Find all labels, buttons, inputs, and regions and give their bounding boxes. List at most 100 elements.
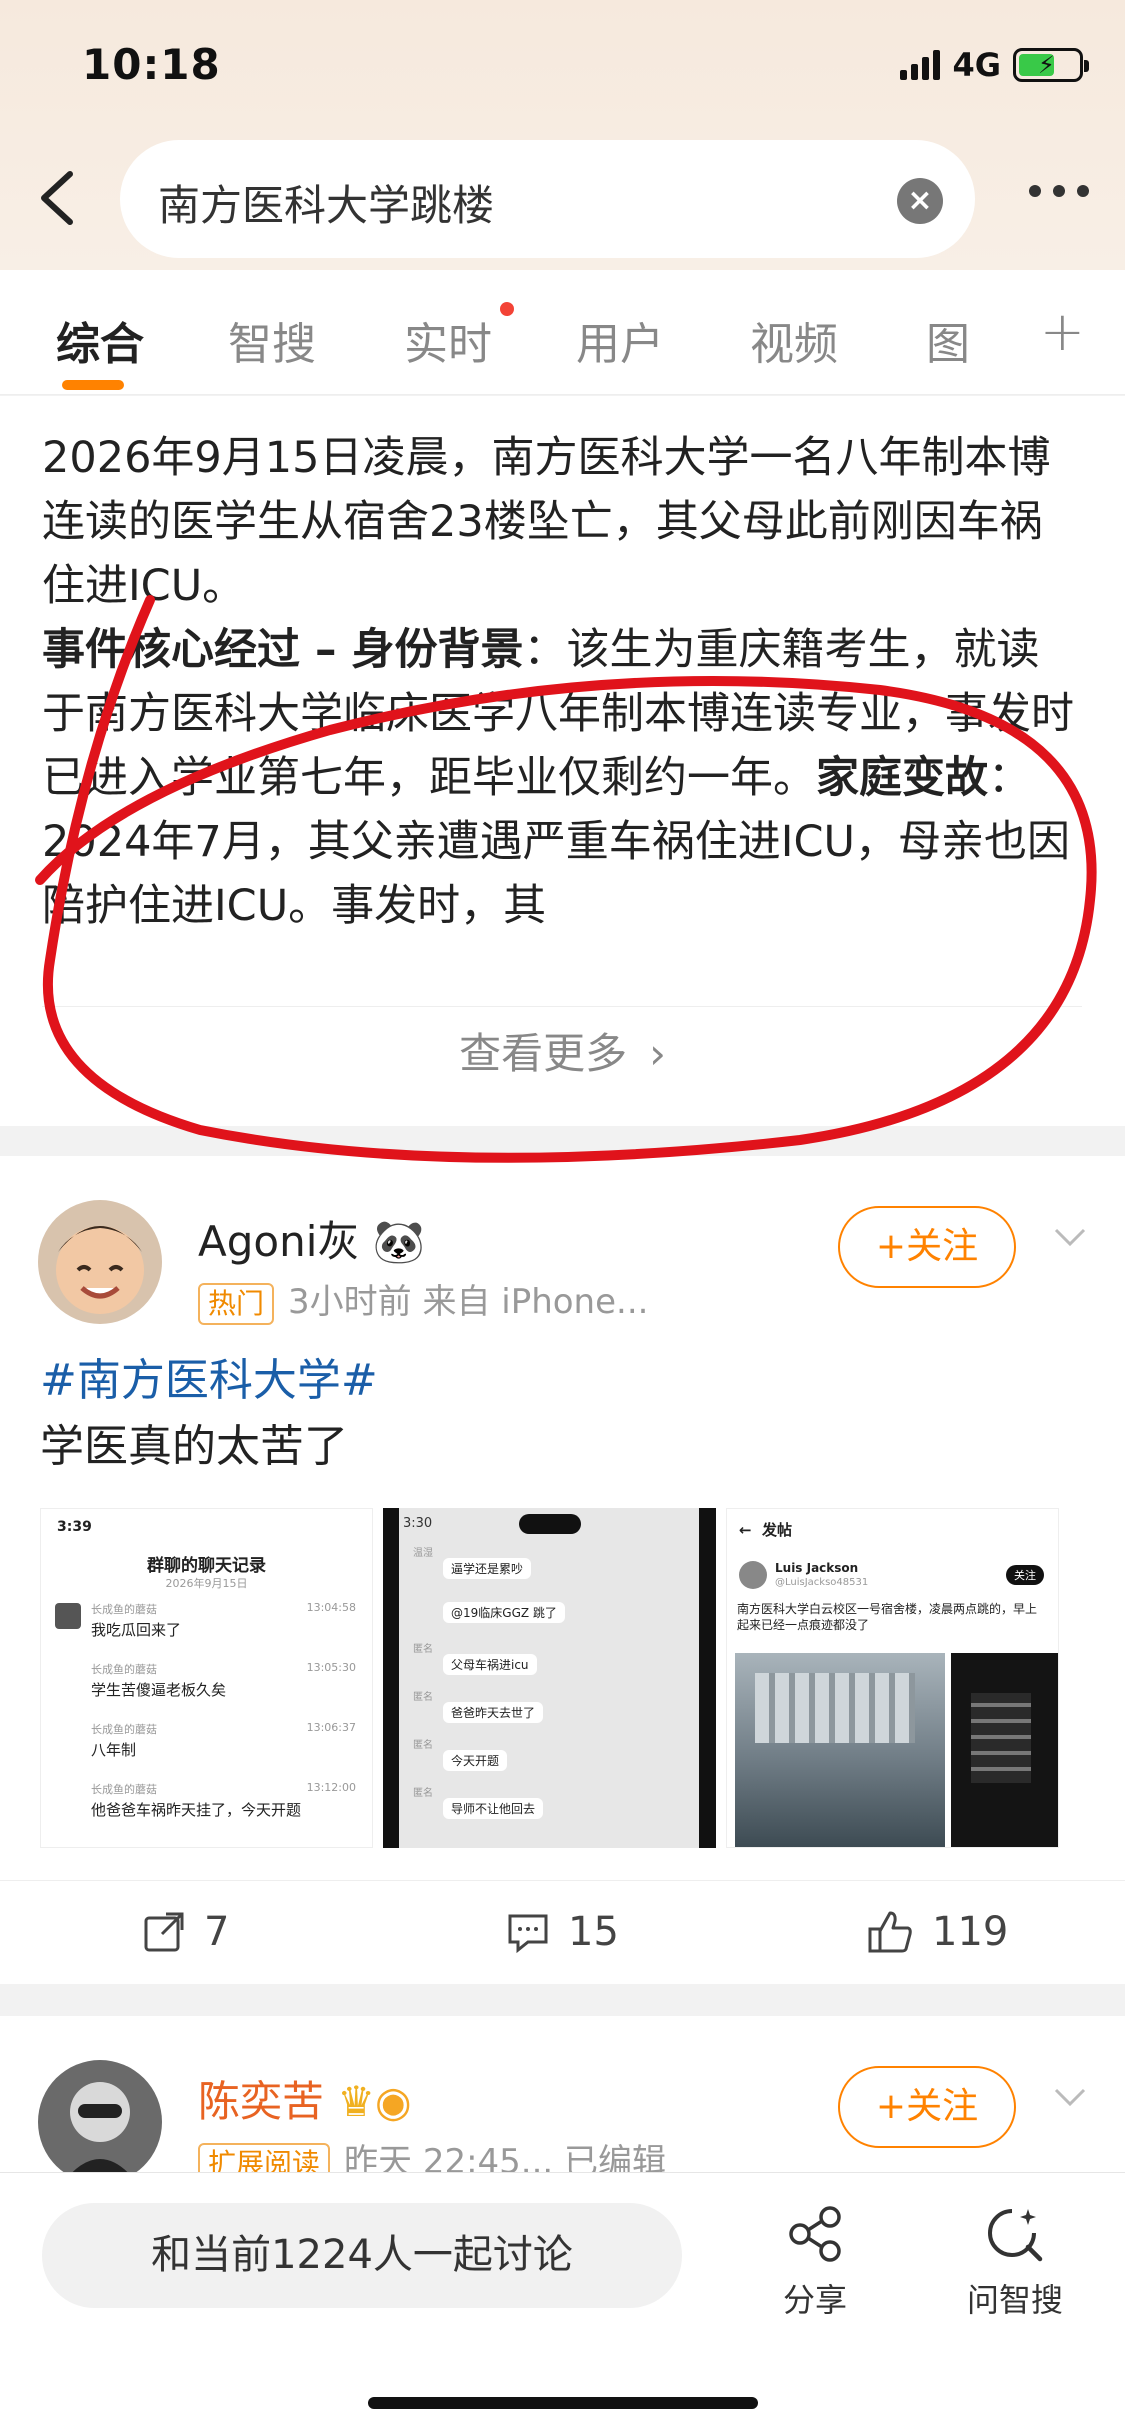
list-item: 长成鱼的蘑菇 13:12:00 他爸爸车祸昨天挂了，今天开题 [55, 1781, 360, 1841]
share-label: 分享 [782, 2281, 847, 2319]
like-count: 119 [932, 1909, 1009, 1955]
thumb2-msg: 逼学还是累吵 [443, 1558, 532, 1579]
thumb3-header-text: 发帖 [762, 1521, 793, 1539]
chevron-down-icon[interactable] [1050, 2076, 1090, 2116]
status-time: 10:18 [82, 40, 221, 89]
thumb2-name: 匿名 [413, 1788, 433, 1799]
thumb3-user: Luis Jackson [775, 1561, 859, 1575]
thumb3-photo-2 [951, 1653, 1058, 1847]
discuss-input[interactable]: 和当前1224人一起讨论 [42, 2203, 682, 2308]
add-tab-icon[interactable]: + [1040, 300, 1085, 363]
back-button[interactable] [32, 168, 82, 228]
thumb3-follow: 关注 [1006, 1565, 1044, 1585]
clear-icon[interactable]: × [897, 178, 943, 224]
summary-core-heading: 事件核心经过 – 身份背景 [42, 625, 524, 675]
thumb3-header: ← 发帖 [739, 1521, 793, 1539]
thumb2-name: 匿名 [413, 1740, 433, 1751]
like-action[interactable]: 119 [866, 1909, 1008, 1955]
see-more-link[interactable]: 查看更多 › [0, 1020, 1125, 1081]
thumb2-screen: 3:30 温湿 逼学还是累吵 @19临床GGZ 跳了 匿名 父母车祸进icu 匿… [399, 1508, 699, 1848]
post-meta: 热门 3小时前 来自 iPhone... [198, 1274, 648, 1325]
post-card: Agoni灰 🐼 热门 3小时前 来自 iPhone... +关注 #南方医科大学… [0, 1156, 1125, 1984]
share-action[interactable]: 7 [142, 1909, 229, 1955]
list-item: 温湿 逼学还是累吵 [413, 1544, 693, 1592]
thumb2-msg: 爸爸昨天去世了 [443, 1702, 544, 1723]
share-nodes-icon [789, 2206, 841, 2262]
summary-text: 2026年9月15日凌晨，南方医科大学一名八年制本博连读的医学生从宿舍23楼坠亡… [42, 426, 1082, 1002]
ask-smart-search-button[interactable]: 问智搜 [960, 2203, 1070, 2321]
avatar[interactable] [38, 1200, 162, 1324]
thumb2-msg: 导师不让他回去 [443, 1798, 544, 1819]
signal-icon [900, 50, 941, 80]
post-card: 陈奕苦 ♛◉ 扩展阅读 昨天 22:45... 已编辑 +关注 [0, 2016, 1125, 2185]
ai-search-icon [988, 2209, 1043, 2262]
thumb1-msg: 他爸爸车祸昨天挂了，今天开题 [91, 1801, 302, 1819]
post-text: 学医真的太苦了 [40, 1421, 348, 1472]
tab-bar: 综合 智搜 实时 用户 视频 图 [0, 270, 1125, 395]
tab-realtime[interactable]: 实时 [404, 308, 492, 372]
ask-label: 问智搜 [966, 2281, 1063, 2319]
search-input[interactable]: 南方医科大学跳楼 × [120, 140, 975, 258]
thumb1-date: 2026年9月15日 [165, 1577, 248, 1590]
follow-button[interactable]: +关注 [838, 1206, 1016, 1288]
tab-comprehensive[interactable]: 综合 [56, 308, 144, 372]
network-label: 4G [952, 46, 1001, 84]
comment-icon [508, 1914, 548, 1954]
topic-link[interactable]: #南方医科大学# [40, 1348, 378, 1414]
tab-users[interactable]: 用户 [576, 308, 664, 372]
author-name-text: Agoni灰 [198, 1217, 360, 1266]
thumb2-time: 3:30 [403, 1516, 433, 1531]
post-image-2[interactable]: 3:30 温湿 逼学还是累吵 @19临床GGZ 跳了 匿名 父母车祸进icu 匿… [383, 1508, 716, 1848]
author-name[interactable]: Agoni灰 🐼 [198, 1208, 425, 1269]
thumb2-name: 匿名 [413, 1692, 433, 1703]
thumb1-name: 长成鱼的蘑菇 [91, 1603, 157, 1616]
avatar[interactable] [38, 2060, 162, 2184]
list-item: 长成鱼的蘑菇 13:04:58 我吃瓜回来了 [55, 1601, 360, 1661]
tab-images[interactable]: 图 [926, 308, 970, 372]
list-item: 匿名 父母车祸进icu [413, 1640, 693, 1688]
post-images: 3:39 群聊的聊天记录 2026年9月15日 长成鱼的蘑菇 13:04:58 … [40, 1508, 1059, 1848]
summary-core: 事件核心经过 – 身份背景：该生为重庆籍考生，就读于南方医科大学临床医学八年制本… [42, 618, 1082, 938]
thumb1-msg: 八年制 [91, 1741, 137, 1759]
thumb3-avatar [739, 1561, 767, 1589]
post-time-source: 3小时前 来自 iPhone... [288, 1282, 649, 1322]
more-options-icon[interactable] [1029, 185, 1089, 197]
tab-videos[interactable]: 视频 [750, 308, 838, 372]
chevron-down-icon[interactable] [1050, 1216, 1090, 1256]
thumb1-msg-time: 13:04:58 [306, 1601, 356, 1614]
chevron-right-icon: › [649, 1029, 666, 1078]
tab-smart-search[interactable]: 智搜 [228, 308, 316, 372]
thumb1-name: 长成鱼的蘑菇 [91, 1783, 157, 1796]
summary-family-heading: 家庭变故 [816, 753, 988, 803]
thumb3-photo-1 [735, 1653, 945, 1847]
post-actions: 7 15 119 [0, 1880, 1125, 1980]
thumb1-list: 长成鱼的蘑菇 13:04:58 我吃瓜回来了 长成鱼的蘑菇 13:05:30 学… [55, 1601, 360, 1841]
active-tab-indicator [62, 380, 124, 390]
post-body: #南方医科大学# 学医真的太苦了 [40, 1348, 378, 1480]
ai-summary-card: 2026年9月15日凌晨，南方医科大学一名八年制本博连读的医学生从宿舍23楼坠亡… [0, 396, 1125, 1126]
list-item: 匿名 爸爸昨天去世了 [413, 1688, 693, 1736]
home-indicator [368, 2397, 758, 2409]
comment-action[interactable]: 15 [506, 1909, 619, 1955]
thumb1-msg-time: 13:06:37 [306, 1721, 356, 1734]
thumb2-name: 匿名 [413, 1644, 433, 1655]
thumbs-up-icon [868, 1911, 912, 1953]
thumb3-handle: @LuisJackso48531 [775, 1577, 869, 1588]
search-query: 南方医科大学跳楼 [158, 181, 495, 230]
post-image-1[interactable]: 3:39 群聊的聊天记录 2026年9月15日 长成鱼的蘑菇 13:04:58 … [40, 1508, 373, 1848]
hot-badge: 热门 [198, 1282, 275, 1325]
follow-button[interactable]: +关注 [838, 2066, 1016, 2148]
status-indicators: 4G ⚡ [900, 46, 1089, 84]
new-content-dot [500, 302, 514, 316]
share-icon [144, 1912, 184, 1952]
list-item: 长成鱼的蘑菇 13:05:30 学生苦傻逼老板久矣 [55, 1661, 360, 1721]
post-image-3[interactable]: ← 发帖 Luis Jackson @LuisJackso48531 关注 南方… [726, 1508, 1059, 1848]
list-item: 长成鱼的蘑菇 13:06:37 八年制 [55, 1721, 360, 1781]
thumb1-title: 群聊的聊天记录 [147, 1556, 266, 1576]
author-name[interactable]: 陈奕苦 ♛◉ [198, 2068, 412, 2129]
battery-icon: ⚡ [1013, 48, 1089, 82]
thumb2-msg: 今天开题 [443, 1750, 508, 1771]
share-button[interactable]: 分享 [770, 2203, 860, 2321]
list-item: 匿名 导师不让他回去 [413, 1784, 693, 1832]
summary-intro: 2026年9月15日凌晨，南方医科大学一名八年制本博连读的医学生从宿舍23楼坠亡… [42, 433, 1051, 611]
